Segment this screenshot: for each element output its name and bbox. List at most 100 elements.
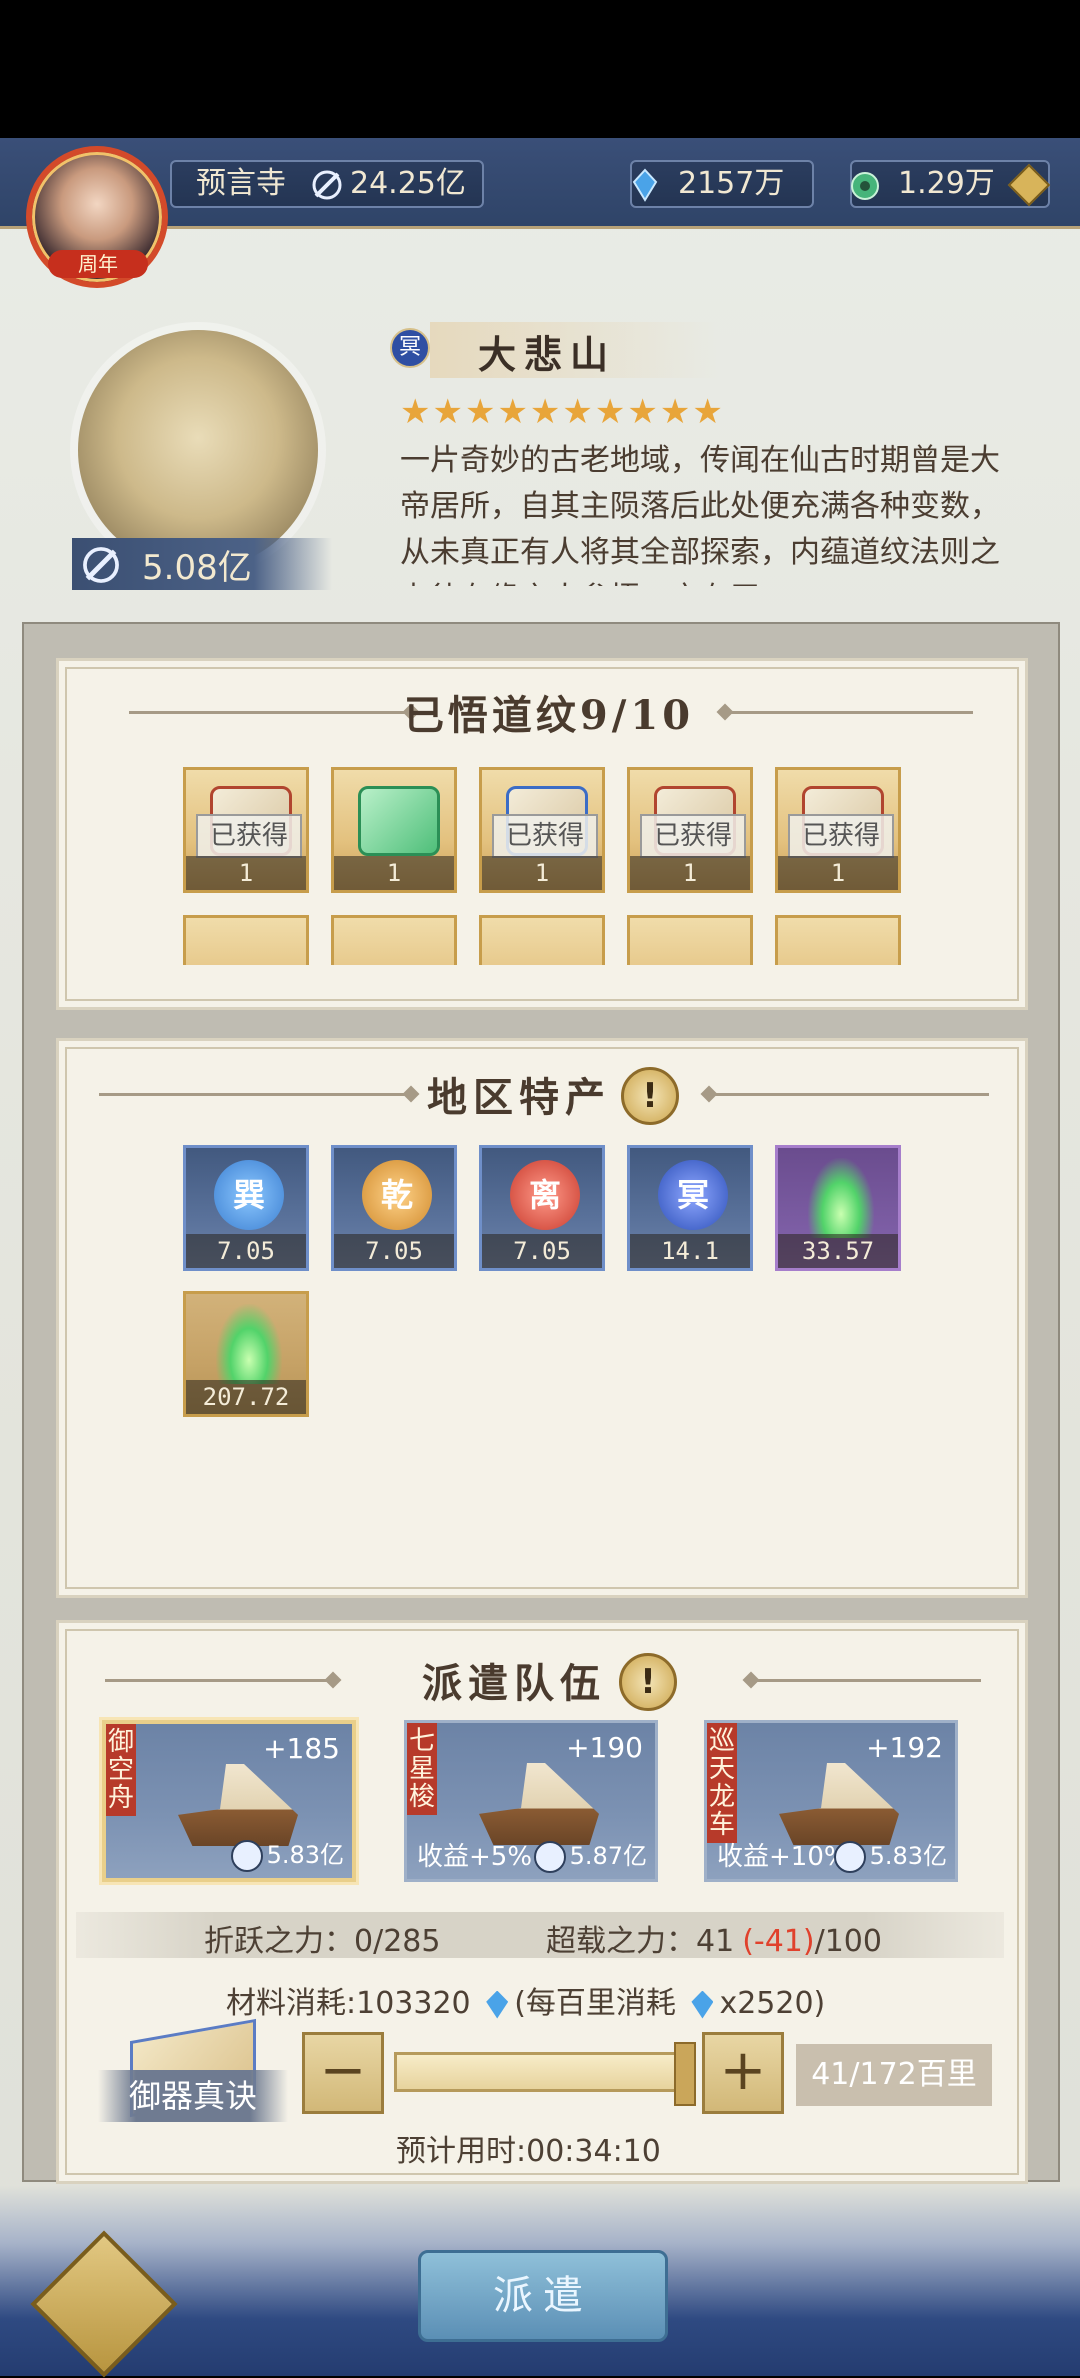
jade-pill[interactable]: 1.29万 xyxy=(848,160,1051,208)
dao-item[interactable]: 已获得 1 xyxy=(479,767,605,893)
specialty-info-icon[interactable]: ! xyxy=(621,1067,679,1125)
ship-power: 5.87亿 xyxy=(533,1836,647,1873)
specialty-panel-title: 地区特产 xyxy=(427,1074,611,1121)
overload-value: 41 xyxy=(696,1924,735,1959)
location-pill[interactable]: 预言寺 24.25亿 xyxy=(170,160,484,208)
distance-value: 41/172百里 xyxy=(796,2044,992,2106)
crystal-icon xyxy=(486,1990,509,2019)
decrease-button[interactable]: − xyxy=(302,2032,384,2114)
specialty-value: 7.05 xyxy=(482,1234,602,1268)
specialty-item[interactable]: 乾 7.05 xyxy=(331,1145,457,1271)
power-icon xyxy=(310,168,344,202)
specialty-item[interactable]: 33.57 xyxy=(775,1145,901,1271)
ship-icon xyxy=(479,1763,599,1845)
region-type-badge: 冥 xyxy=(390,328,430,368)
region-power-value: 5.08亿 xyxy=(142,548,252,588)
qian-orb-icon: 乾 xyxy=(362,1160,432,1230)
specialty-value: 207.72 xyxy=(186,1380,306,1414)
dispatch-info-icon[interactable]: ! xyxy=(619,1653,677,1711)
ship-icon xyxy=(779,1763,899,1845)
per-value: x2520) xyxy=(719,1986,826,2021)
yuqi-zhenjue-button[interactable]: 御器真诀 xyxy=(98,2070,288,2122)
specialty-value: 33.57 xyxy=(778,1234,898,1268)
ship-plus: +192 xyxy=(866,1731,943,1764)
overload-label: 超载之力： xyxy=(546,1924,696,1959)
time-value: 00:34:10 xyxy=(526,2134,661,2169)
increase-button[interactable]: + xyxy=(702,2032,784,2114)
green-flame-icon xyxy=(216,1304,282,1384)
crystal-value: 2157万 xyxy=(678,166,785,201)
ship-bonus: 收益+10% xyxy=(717,1842,849,1872)
region-power-icon xyxy=(80,544,122,590)
dao-item[interactable] xyxy=(183,915,309,965)
title-line-right xyxy=(709,1093,989,1096)
fold-power: 折跃之力：0/285 xyxy=(204,1916,440,1960)
crystal-pill[interactable]: 2157万 xyxy=(630,160,814,208)
ship-card-yukongzhou[interactable]: 御空舟 +185 5.83亿 xyxy=(102,1720,356,1882)
specialty-item[interactable]: 巽 7.05 xyxy=(183,1145,309,1271)
ship-name: 七星梭 xyxy=(407,1723,437,1815)
dispatch-panel-title: 派遣队伍 xyxy=(422,1660,606,1707)
obtained-label: 已获得 xyxy=(492,814,598,858)
jade-icon xyxy=(848,168,882,202)
item-count: 1 xyxy=(630,856,750,890)
specialty-item[interactable]: 离 7.05 xyxy=(479,1145,605,1271)
specialty-item[interactable]: 207.72 xyxy=(183,1291,309,1417)
dao-item[interactable] xyxy=(627,915,753,965)
dao-panel-title: 已悟道纹9/10 xyxy=(403,692,695,739)
ship-icon xyxy=(178,1764,298,1846)
material-label: 材料消耗: xyxy=(226,1986,357,2021)
ship-power: 5.83亿 xyxy=(230,1835,344,1872)
location-name: 预言寺 xyxy=(196,166,286,201)
slider-handle[interactable] xyxy=(674,2042,696,2106)
specialty-value: 7.05 xyxy=(186,1234,306,1268)
dao-item[interactable]: 已获得 1 xyxy=(627,767,753,893)
power-icon xyxy=(833,1841,866,1873)
ship-power: 5.83亿 xyxy=(833,1836,947,1873)
ship-plus: +190 xyxy=(566,1731,643,1764)
ship-bonus: 收益+5% xyxy=(417,1842,533,1872)
anniversary-badge: 周年 xyxy=(48,250,148,278)
dispatch-button[interactable]: 派遣 xyxy=(418,2250,668,2342)
specialty-item[interactable]: 冥 14.1 xyxy=(627,1145,753,1271)
title-ornament xyxy=(324,1671,342,1689)
title-line-left xyxy=(105,1679,331,1682)
fold-power-value: 0/285 xyxy=(354,1924,441,1959)
material-value: 103320 xyxy=(356,1986,471,2021)
title-line-right xyxy=(723,711,973,714)
overload-max: /100 xyxy=(814,1924,882,1959)
dao-panel: 已悟道纹9/10 已获得 1 1 已获得 1 已获得 1 已获得 1 xyxy=(56,658,1028,1010)
jade-value: 1.29万 xyxy=(898,166,995,201)
specialty-panel: 地区特产 ! 巽 7.05 乾 7.05 离 7.05 冥 14.1 33.57… xyxy=(56,1038,1028,1598)
dao-item[interactable] xyxy=(331,915,457,965)
item-count: 1 xyxy=(778,856,898,890)
ship-card-qixingsuo[interactable]: 七星梭 +190 收益+5% 5.87亿 xyxy=(404,1720,658,1882)
title-line-left xyxy=(129,711,409,714)
dao-item[interactable] xyxy=(479,915,605,965)
ship-power-value: 5.83亿 xyxy=(869,1842,947,1870)
dao-row-2-clip xyxy=(59,915,1025,965)
dao-item[interactable] xyxy=(775,915,901,965)
specialty-value: 7.05 xyxy=(334,1234,454,1268)
time-label: 预计用时: xyxy=(396,2134,527,2169)
specialty-value: 14.1 xyxy=(630,1234,750,1268)
dao-item[interactable]: 1 xyxy=(331,767,457,893)
item-count: 1 xyxy=(482,856,602,890)
dao-item[interactable]: 已获得 1 xyxy=(183,767,309,893)
ming-orb-icon: 冥 xyxy=(658,1160,728,1230)
green-flame-icon xyxy=(808,1158,874,1238)
fold-power-label: 折跃之力： xyxy=(204,1924,354,1959)
region-description[interactable]: 一片奇妙的古老地域，传闻在仙古时期曾是大帝居所，自其主陨落后此处便充满各种变数，… xyxy=(400,438,1010,586)
obtained-label: 已获得 xyxy=(196,814,302,858)
material-cost: 材料消耗:103320 (每百里消耗 x2520) xyxy=(226,1978,825,2022)
crystal-icon xyxy=(628,168,662,202)
distance-slider[interactable] xyxy=(394,2052,692,2092)
ship-card-xuntianlongche[interactable]: 巡天龙车 +192 收益+10% 5.83亿 xyxy=(704,1720,958,1882)
power-icon xyxy=(533,1841,566,1873)
overload-power: 超载之力：41 (-41)/100 xyxy=(546,1916,882,1960)
region-name: 大悲山 xyxy=(478,332,617,377)
add-diamond-icon[interactable] xyxy=(1007,163,1051,207)
power-value: 24.25亿 xyxy=(350,166,466,201)
dao-item[interactable]: 已获得 1 xyxy=(775,767,901,893)
ship-plus: +185 xyxy=(263,1732,340,1765)
